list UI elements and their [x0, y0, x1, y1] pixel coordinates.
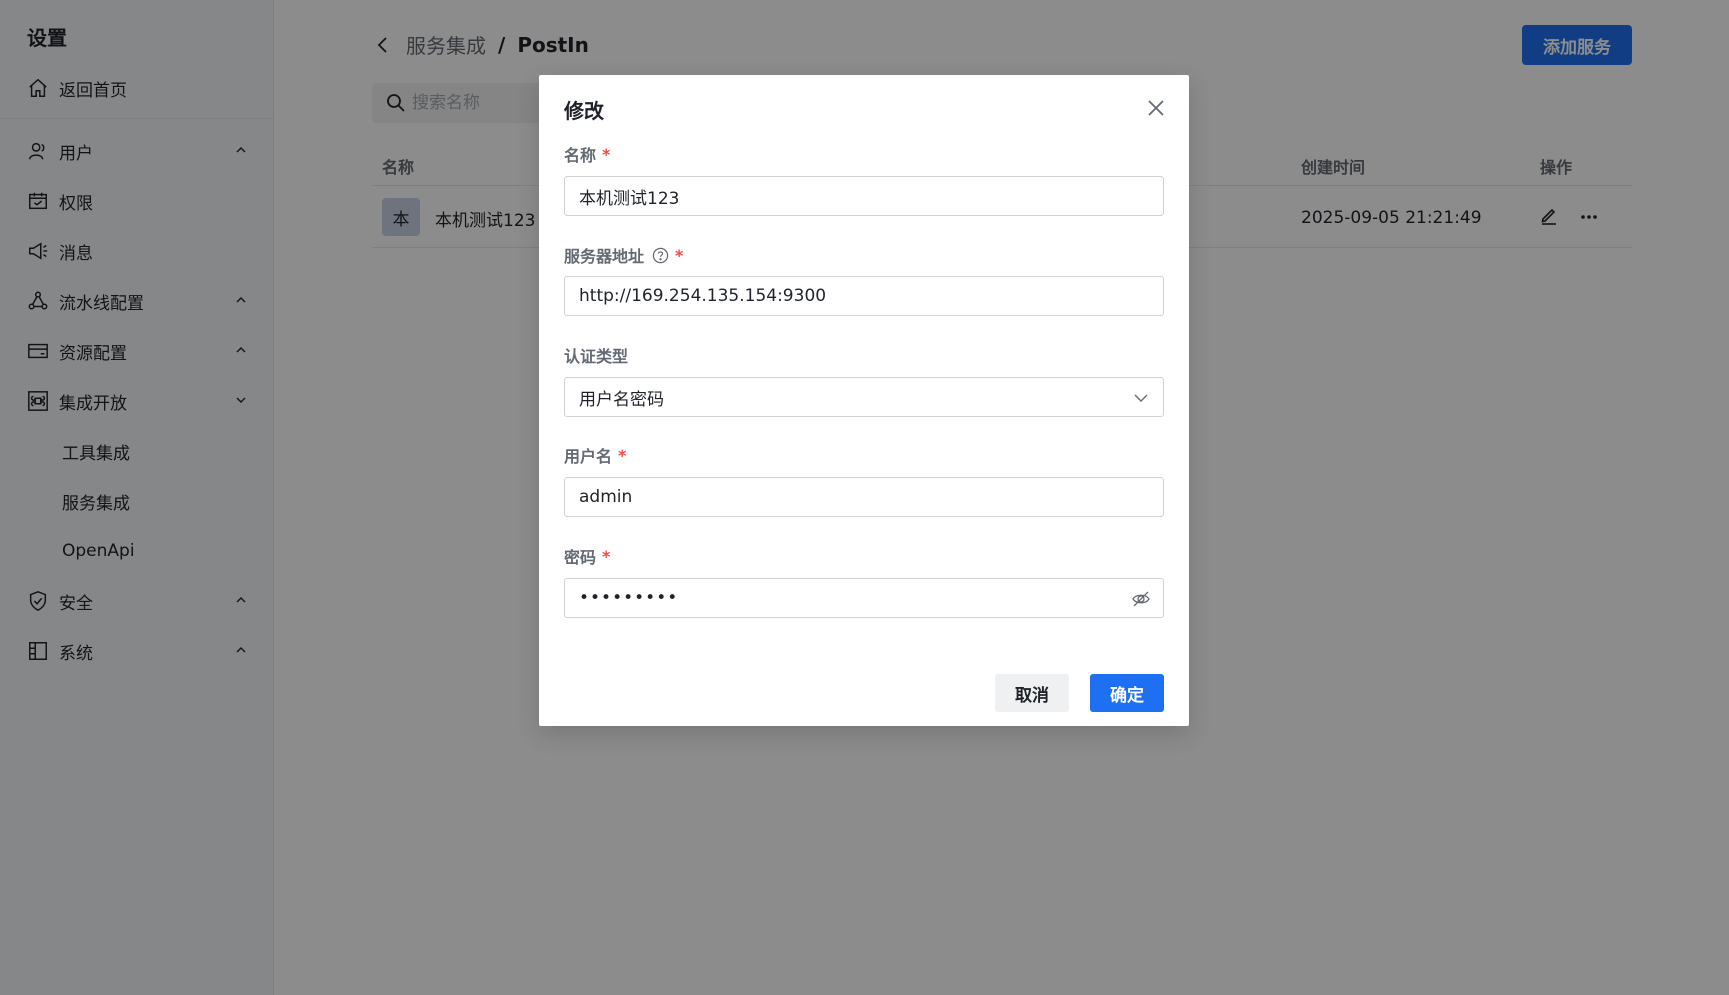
server-label-text: 服务器地址: [564, 247, 645, 266]
name-label-text: 名称: [564, 146, 597, 165]
auth-label-text: 认证类型: [564, 347, 629, 366]
eye-off-icon[interactable]: [1131, 589, 1151, 609]
password-label-text: 密码: [564, 548, 597, 567]
modal-title: 修改: [564, 99, 604, 123]
name-field[interactable]: [564, 176, 1164, 216]
username-label: 用户名 *: [564, 443, 626, 467]
confirm-button[interactable]: 确定: [1090, 674, 1164, 712]
password-field[interactable]: •••••••••: [564, 578, 1164, 618]
password-label: 密码 *: [564, 544, 610, 568]
required-mark: *: [602, 546, 611, 566]
help-circle-icon[interactable]: [652, 247, 669, 264]
server-address-label: 服务器地址 *: [564, 243, 683, 267]
auth-type-label: 认证类型: [564, 343, 628, 367]
name-input[interactable]: [579, 186, 1119, 206]
auth-type-value: 用户名密码: [579, 389, 664, 410]
password-input[interactable]: •••••••••: [579, 588, 678, 608]
username-label-text: 用户名: [564, 447, 613, 466]
required-mark: *: [675, 245, 684, 265]
username-input[interactable]: [579, 487, 1119, 507]
chevron-down-icon: [1134, 394, 1148, 402]
edit-modal: 修改 名称 * 服务器地址 * 认证类型 用户名密码 用户名 * 密码 * ••…: [539, 75, 1189, 726]
server-address-field[interactable]: [564, 276, 1164, 316]
name-label: 名称 *: [564, 142, 610, 166]
auth-type-select[interactable]: 用户名密码: [564, 377, 1164, 417]
cancel-button[interactable]: 取消: [995, 674, 1069, 712]
close-icon[interactable]: [1145, 97, 1167, 119]
required-mark: *: [618, 445, 627, 465]
required-mark: *: [602, 144, 611, 164]
username-field[interactable]: [564, 477, 1164, 517]
server-address-input[interactable]: [579, 286, 1119, 306]
